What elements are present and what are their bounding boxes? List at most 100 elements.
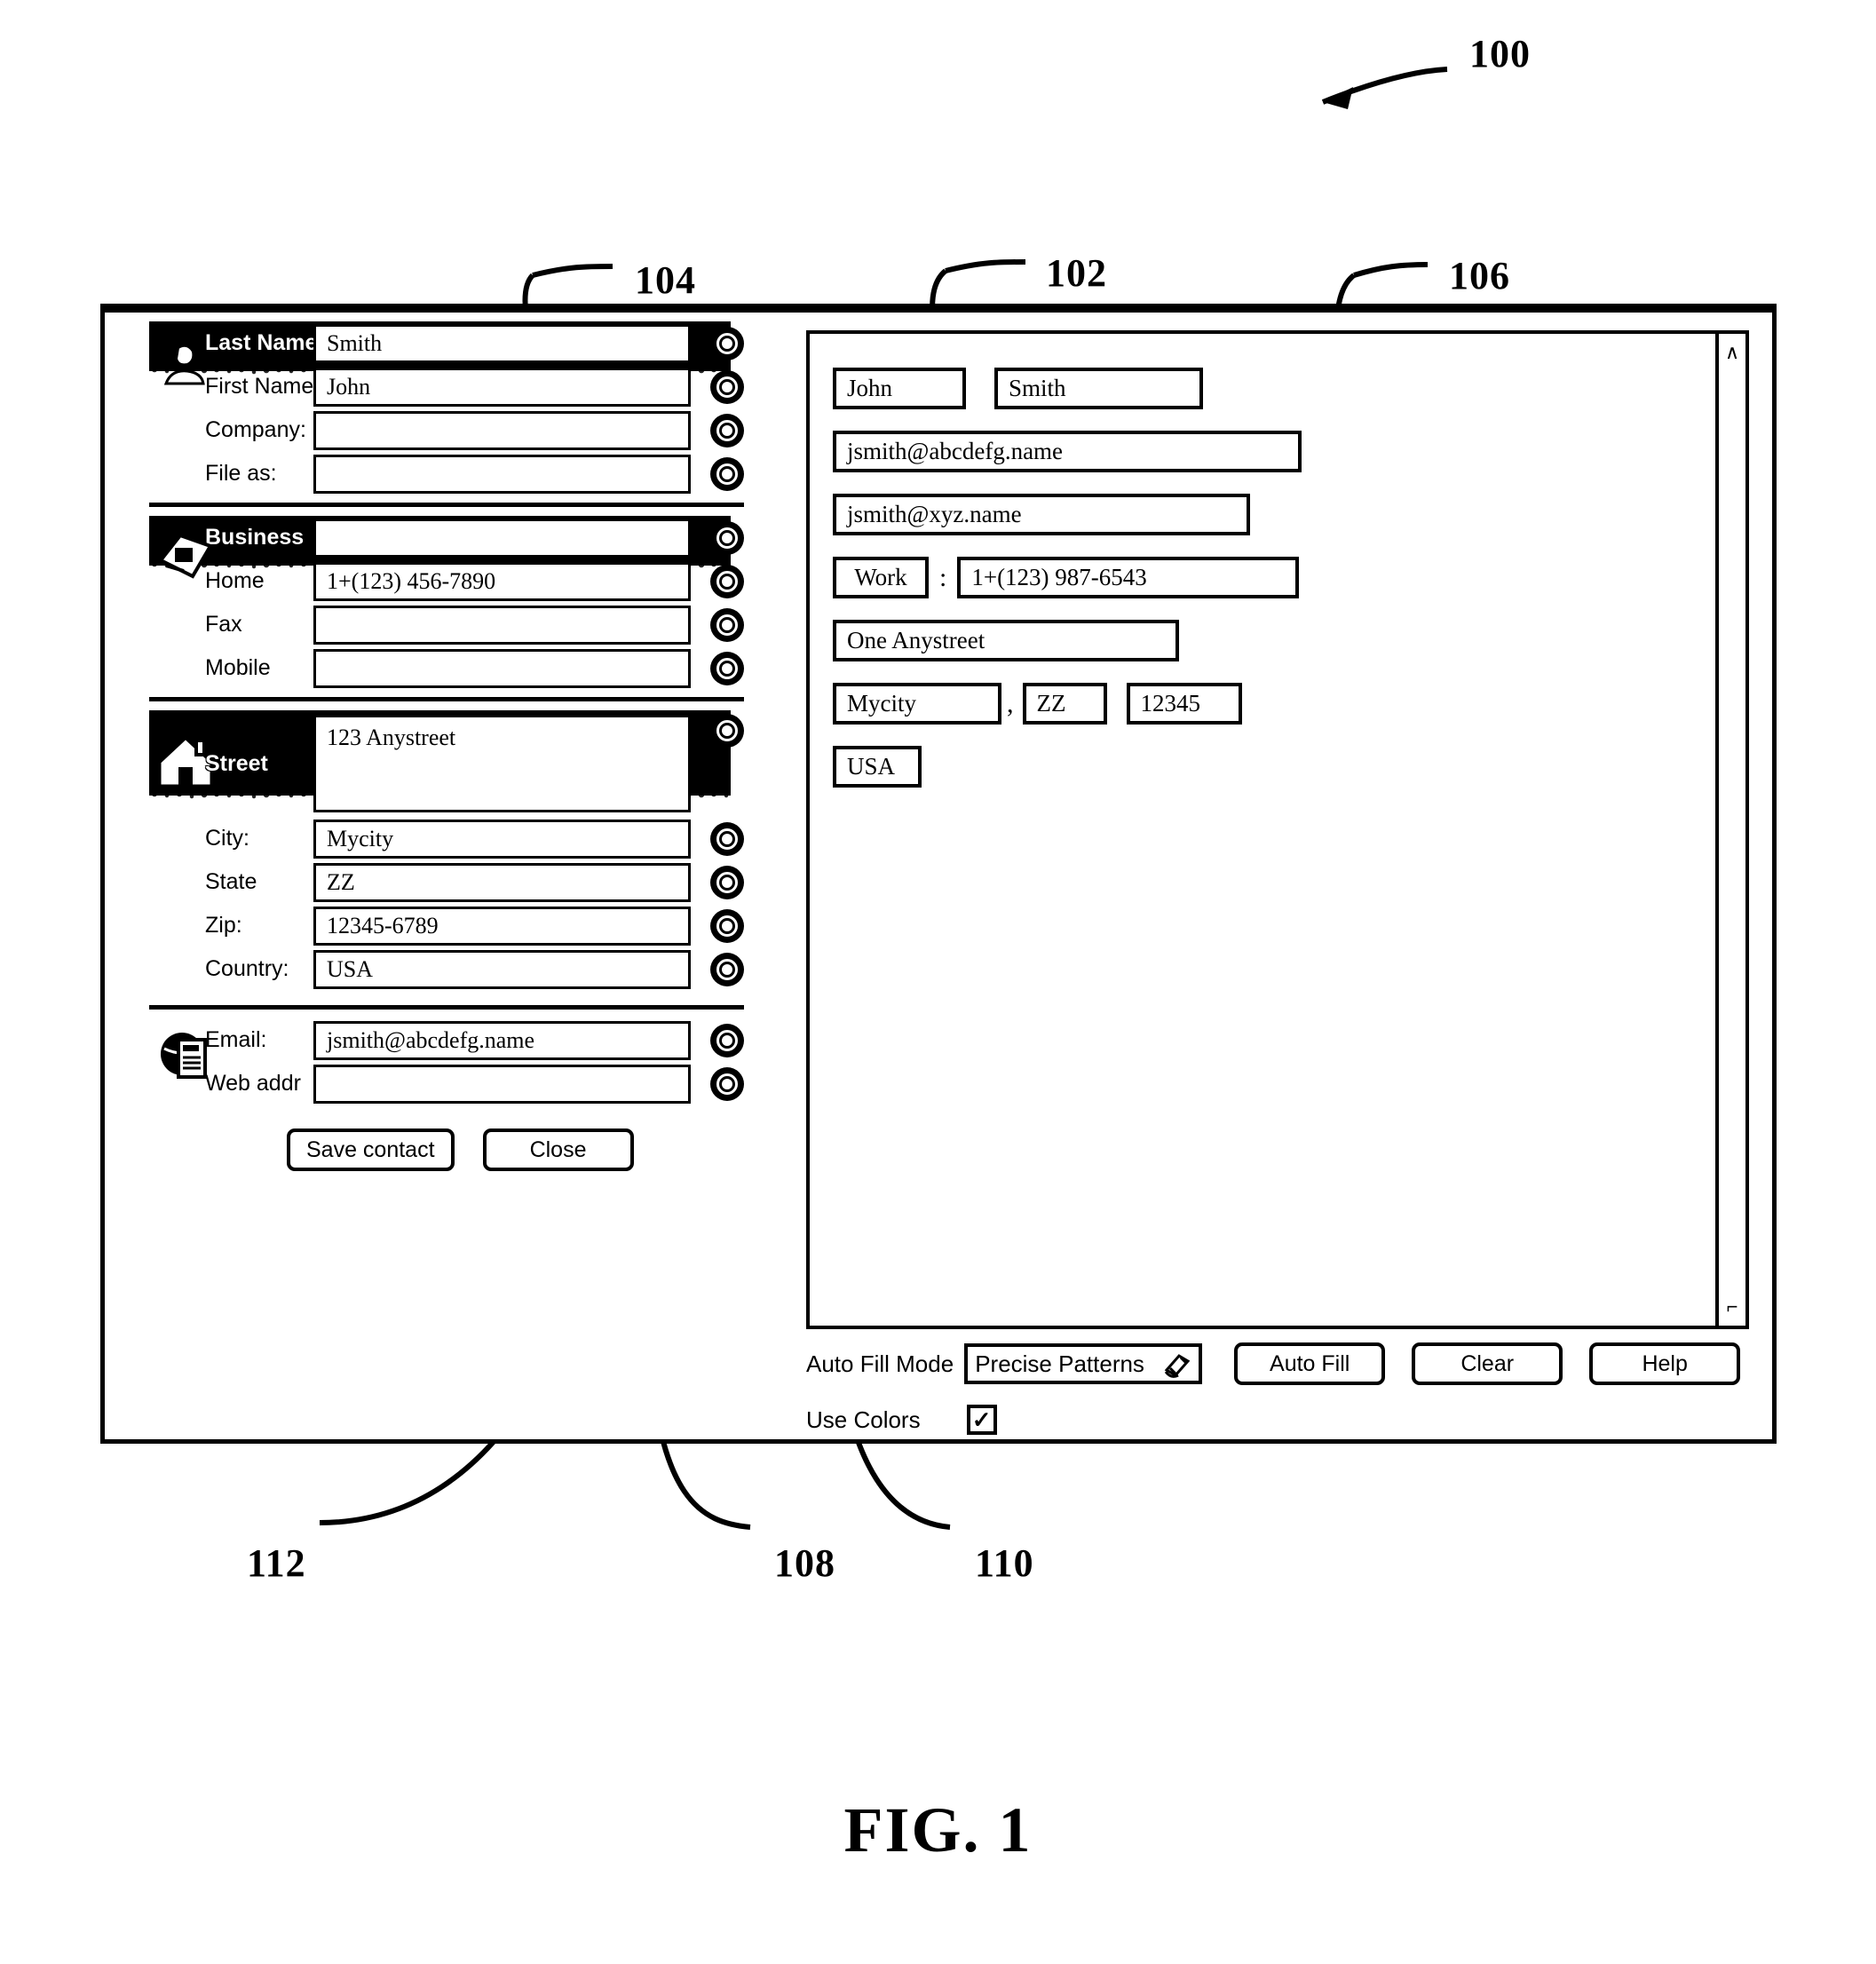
- refresh-icon[interactable]: [710, 520, 744, 555]
- preview-first-name[interactable]: John: [833, 368, 966, 409]
- ref-number-110: 110: [975, 1541, 1034, 1585]
- preview-row-phone: Work : 1+(123) 987-6543: [833, 557, 1715, 598]
- use-colors-row: Use Colors ✓: [806, 1405, 1756, 1435]
- input-business-phone[interactable]: [313, 518, 691, 558]
- refresh-icon[interactable]: [710, 865, 744, 899]
- auto-fill-mode-value: Precise Patterns: [975, 1350, 1144, 1377]
- refresh-icon[interactable]: [710, 908, 744, 943]
- form-row-mobile: Mobile: [127, 646, 766, 690]
- preview-comma-separator: ,: [1007, 688, 1014, 718]
- preview-scrollbar[interactable]: ∧ ⌐: [1715, 334, 1745, 1326]
- input-mobile[interactable]: [313, 648, 691, 688]
- label-use-colors: Use Colors: [806, 1406, 921, 1433]
- form-row-email: Email: jsmith@abcdefg.name: [127, 1018, 766, 1062]
- form-row-fax: Fax: [127, 603, 766, 646]
- refresh-icon[interactable]: [710, 714, 744, 748]
- preview-row-name: John Smith: [833, 368, 1715, 409]
- preview-surface[interactable]: John Smith jsmith@abcdefg.name jsmith@xy…: [810, 334, 1715, 1326]
- target-form-preview-panel: John Smith jsmith@abcdefg.name jsmith@xy…: [806, 330, 1749, 1329]
- dropdown-stamp-icon[interactable]: [1163, 1352, 1191, 1381]
- input-city[interactable]: Mycity: [313, 819, 691, 859]
- preview-email-secondary[interactable]: jsmith@xyz.name: [833, 494, 1250, 535]
- form-row-home-phone: Home 1+(123) 456-7890: [127, 559, 766, 603]
- preview-phone-type[interactable]: Work: [833, 557, 929, 598]
- label-file-as: File as:: [205, 461, 277, 486]
- label-mobile: Mobile: [205, 655, 271, 680]
- input-street[interactable]: 123 Anystreet: [313, 715, 691, 812]
- input-last-name[interactable]: Smith: [313, 323, 691, 363]
- form-row-city: City: Mycity: [127, 817, 766, 860]
- ref-number-108: 108: [774, 1541, 835, 1585]
- refresh-icon[interactable]: [710, 952, 744, 986]
- preview-country[interactable]: USA: [833, 746, 922, 788]
- preview-email-primary[interactable]: jsmith@abcdefg.name: [833, 431, 1302, 472]
- auto-fill-mode-row: Auto Fill Mode Precise Patterns Auto Fil…: [806, 1342, 1756, 1385]
- input-home-phone[interactable]: 1+(123) 456-7890: [313, 561, 691, 601]
- telephone-icon: [154, 523, 219, 589]
- form-button-row: Save contact Close: [127, 1129, 766, 1171]
- scroll-down-arrow-icon[interactable]: ⌐: [1719, 1294, 1745, 1320]
- form-row-file-as: File as:: [127, 452, 766, 495]
- close-button[interactable]: Close: [482, 1129, 634, 1171]
- input-web-address[interactable]: [313, 1064, 691, 1104]
- form-row-first-name: First Name: John: [127, 365, 766, 408]
- clear-button[interactable]: Clear: [1412, 1342, 1563, 1385]
- form-row-country: Country: USA: [127, 947, 766, 991]
- ref-number-106: 106: [1449, 254, 1510, 297]
- input-state[interactable]: ZZ: [313, 862, 691, 902]
- auto-fill-controls: Auto Fill Mode Precise Patterns Auto Fil…: [806, 1342, 1756, 1440]
- use-colors-checkbox[interactable]: ✓: [966, 1405, 997, 1435]
- input-file-as[interactable]: [313, 454, 691, 494]
- preview-row-country: USA: [833, 746, 1715, 788]
- refresh-icon[interactable]: [710, 1066, 744, 1101]
- preview-city[interactable]: Mycity: [833, 683, 1001, 725]
- label-state: State: [205, 869, 257, 894]
- label-fax: Fax: [205, 612, 242, 637]
- form-row-web-address: Web addr: [127, 1062, 766, 1105]
- input-country[interactable]: USA: [313, 949, 691, 989]
- ref-number-112: 112: [247, 1541, 306, 1585]
- preview-state[interactable]: ZZ: [1022, 683, 1107, 725]
- label-auto-fill-mode: Auto Fill Mode: [806, 1350, 954, 1377]
- preview-row-city-state-zip: Mycity , ZZ 12345: [833, 683, 1715, 725]
- figure-caption: FIG. 1: [843, 1794, 1033, 1865]
- refresh-icon[interactable]: [710, 564, 744, 598]
- preview-row-email-2: jsmith@xyz.name: [833, 494, 1715, 535]
- refresh-icon[interactable]: [710, 607, 744, 642]
- input-email[interactable]: jsmith@abcdefg.name: [313, 1020, 691, 1060]
- form-row-business-phone: Business: [127, 516, 766, 559]
- refresh-icon[interactable]: [710, 456, 744, 491]
- preview-last-name[interactable]: Smith: [994, 368, 1203, 409]
- auto-fill-button[interactable]: Auto Fill: [1234, 1342, 1386, 1385]
- save-contact-button[interactable]: Save contact: [287, 1129, 455, 1171]
- application-window: Last Name: Smith First Name: John Compan…: [100, 313, 1777, 1444]
- label-zip: Zip:: [205, 913, 242, 938]
- form-group-address: Street 123 Anystreet City: Mycity State …: [127, 710, 766, 991]
- input-zip[interactable]: 12345-6789: [313, 906, 691, 946]
- refresh-icon[interactable]: [710, 326, 744, 360]
- label-street: Street: [205, 750, 268, 776]
- refresh-icon[interactable]: [710, 413, 744, 447]
- input-fax[interactable]: [313, 605, 691, 645]
- preview-zip[interactable]: 12345: [1126, 683, 1242, 725]
- input-first-name[interactable]: John: [313, 367, 691, 407]
- ref-number-104: 104: [635, 258, 696, 302]
- refresh-icon[interactable]: [710, 821, 744, 856]
- auto-fill-mode-select[interactable]: Precise Patterns: [964, 1343, 1203, 1384]
- section-divider: [149, 503, 744, 507]
- help-button[interactable]: Help: [1589, 1342, 1741, 1385]
- refresh-icon[interactable]: [710, 369, 744, 404]
- preview-row-street: One Anystreet: [833, 620, 1715, 661]
- scroll-up-arrow-icon[interactable]: ∧: [1719, 339, 1745, 366]
- section-divider: [149, 697, 744, 701]
- ref-number-100: 100: [1469, 32, 1531, 75]
- preview-street[interactable]: One Anystreet: [833, 620, 1179, 661]
- form-group-name: Last Name: Smith First Name: John Compan…: [127, 321, 766, 495]
- refresh-icon[interactable]: [710, 1023, 744, 1057]
- section-divider: [149, 1005, 744, 1010]
- preview-phone-number[interactable]: 1+(123) 987-6543: [957, 557, 1300, 598]
- refresh-icon[interactable]: [710, 651, 744, 685]
- form-group-phone: Business Home 1+(123) 456-7890 Fax Mobil…: [127, 516, 766, 690]
- preview-row-email-1: jsmith@abcdefg.name: [833, 431, 1715, 472]
- input-company[interactable]: [313, 410, 691, 450]
